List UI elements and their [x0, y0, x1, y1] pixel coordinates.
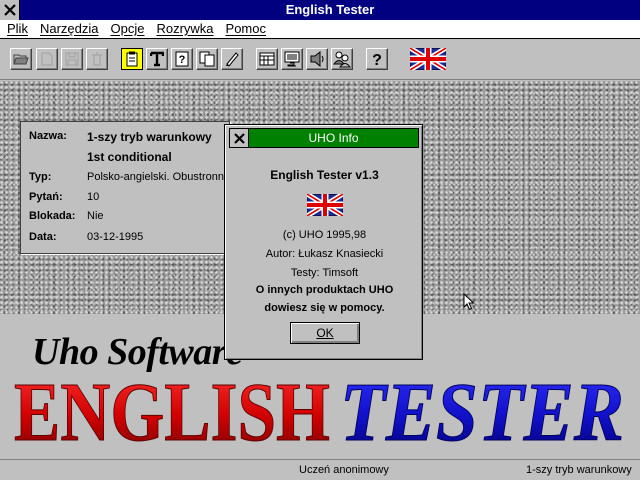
- calendar-icon: [259, 52, 275, 66]
- text-button[interactable]: [146, 48, 168, 70]
- app-title: English Tester: [285, 2, 375, 17]
- dialog-close-button[interactable]: [230, 129, 249, 147]
- logo-word-tester: TESTER: [340, 370, 624, 458]
- lock-value: Nie: [87, 210, 104, 222]
- new-button[interactable]: [36, 48, 58, 70]
- dialog-title-bar: UHO Info: [229, 128, 419, 148]
- trash-icon: [92, 52, 102, 66]
- dialog-copyright: (c) UHO 1995,98: [282, 229, 367, 241]
- monitor-icon: [284, 51, 300, 67]
- type-label: Typ:: [29, 171, 52, 183]
- save-button[interactable]: [61, 48, 83, 70]
- dialog-heading: English Tester v1.3: [270, 168, 379, 182]
- svg-text:?: ?: [372, 52, 382, 67]
- menu-games[interactable]: Rozrywka: [150, 20, 219, 38]
- name-label: Nazwa:: [29, 130, 67, 142]
- close-button[interactable]: [0, 0, 20, 20]
- dialog-tests: Testy: Timsoft: [290, 267, 359, 279]
- questions-label: Pytań:: [29, 191, 63, 203]
- svg-text:?: ?: [179, 54, 186, 66]
- info-row-questions: Pytań: 10: [29, 191, 229, 207]
- help-icon: ?: [372, 52, 382, 67]
- title-bar: English Tester: [0, 0, 640, 20]
- about-dialog: UHO Info English Tester v1.3 (c) UHO 199…: [224, 124, 423, 360]
- text-icon: [150, 51, 164, 67]
- english-tester-logo: ENGLISH TESTER: [14, 370, 625, 458]
- close-icon: [3, 4, 16, 16]
- new-document-icon: [41, 52, 53, 66]
- status-mode: 1-szy tryb warunkowy: [526, 464, 632, 476]
- company-name: Uho Software: [32, 331, 243, 373]
- language-button[interactable]: [410, 48, 446, 70]
- lock-label: Blokada:: [29, 210, 76, 222]
- name-value-line1: 1-szy tryb warunkowy: [87, 130, 212, 144]
- menu-bar: Plik Narzędzia Opcje Rozrywka Pomoc: [0, 20, 640, 39]
- monitor-button[interactable]: [281, 48, 303, 70]
- delete-button[interactable]: [86, 48, 108, 70]
- users-button[interactable]: [331, 48, 353, 70]
- close-icon: [233, 132, 245, 144]
- status-bar: Uczeń anonimowy 1-szy tryb warunkowy: [0, 459, 640, 480]
- questions-value: 10: [87, 191, 100, 203]
- speaker-icon: [310, 51, 324, 67]
- open-folder-icon: [13, 54, 29, 65]
- status-user: Uczeń anonimowy: [299, 464, 389, 476]
- question-card-icon: ?: [175, 51, 189, 67]
- sound-button[interactable]: [306, 48, 328, 70]
- menu-options[interactable]: Opcje: [104, 20, 150, 38]
- uk-flag-icon: [410, 48, 446, 70]
- toolbar: ? ?: [0, 40, 640, 80]
- info-row-name2: 1st conditional: [29, 150, 229, 166]
- help-button[interactable]: ?: [366, 48, 388, 70]
- test-info-panel: Nazwa: 1-szy tryb warunkowy 1st conditio…: [20, 121, 230, 254]
- date-value: 03-12-1995: [87, 231, 144, 243]
- logo-word-english: ENGLISH: [14, 370, 330, 458]
- pen-icon: [226, 52, 239, 67]
- dialog-more-info-line1: O innych produktach UHO: [255, 284, 394, 296]
- copy-pages-icon: [199, 51, 215, 67]
- people-icon: [333, 51, 351, 68]
- mouse-cursor-icon: [463, 293, 475, 311]
- menu-help[interactable]: Pomoc: [220, 20, 272, 38]
- info-row-date: Data: 03-12-1995: [29, 231, 229, 247]
- uk-flag-icon: [307, 194, 343, 216]
- clipboard-button[interactable]: [121, 48, 143, 70]
- clipboard-icon: [126, 51, 138, 67]
- ok-button[interactable]: OK: [290, 322, 360, 344]
- save-icon: [65, 52, 79, 66]
- calendar-button[interactable]: [256, 48, 278, 70]
- name-value-line2: 1st conditional: [87, 150, 172, 164]
- info-row-name: Nazwa: 1-szy tryb warunkowy: [29, 130, 229, 146]
- info-row-type: Typ: Polsko-angielski. Obustronny: [29, 171, 229, 187]
- copy-button[interactable]: [196, 48, 218, 70]
- dialog-title: UHO Info: [308, 131, 359, 145]
- menu-file[interactable]: Plik: [0, 20, 34, 38]
- date-label: Data:: [29, 231, 57, 243]
- info-row-lock: Blokada: Nie: [29, 210, 229, 226]
- dialog-author: Autor: Łukasz Knasiecki: [265, 248, 384, 260]
- type-value: Polsko-angielski. Obustronny: [87, 171, 230, 183]
- question-card-button[interactable]: ?: [171, 48, 193, 70]
- pen-button[interactable]: [221, 48, 243, 70]
- dialog-more-info-line2: dowiesz się w pomocy.: [264, 302, 385, 314]
- menu-tools[interactable]: Narzędzia: [34, 20, 105, 38]
- open-button[interactable]: [10, 48, 32, 70]
